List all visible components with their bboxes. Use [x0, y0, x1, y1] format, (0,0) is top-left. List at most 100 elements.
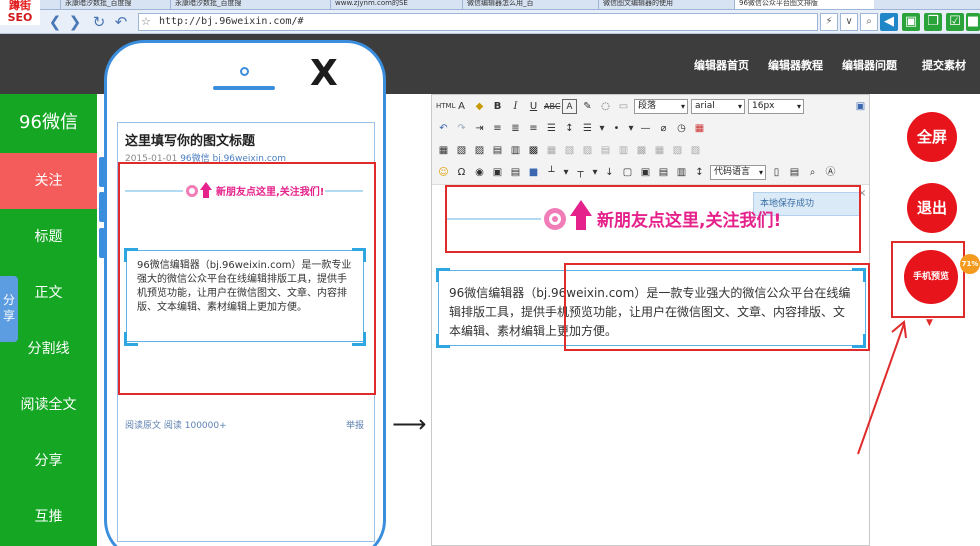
html-source-icon[interactable]: HTML [436, 99, 455, 114]
nav-editor-tutorial[interactable]: 编辑器教程 [768, 57, 823, 73]
lightning-icon[interactable]: ⚡ [820, 13, 838, 31]
font-select[interactable]: arial [691, 98, 745, 114]
strikethrough-icon[interactable]: ABC [544, 99, 560, 114]
underline-icon[interactable]: U [526, 99, 541, 114]
snapscreen-icon[interactable]: ▣ [638, 165, 653, 180]
eraser-icon[interactable]: ▭ [616, 99, 631, 114]
time-icon[interactable]: ◷ [674, 121, 689, 136]
print-icon[interactable]: ▤ [787, 165, 802, 180]
browser-tab[interactable]: 微信图文编辑器的使用 [598, 0, 728, 9]
bold-icon[interactable]: B [490, 99, 505, 114]
chevron-down-icon[interactable]: ▾ [562, 165, 570, 180]
table-row-icon[interactable]: ▤ [490, 143, 505, 158]
table-split-icon[interactable]: ▦ [652, 143, 667, 158]
line-height-icon[interactable]: ↕ [562, 121, 577, 136]
border-icon[interactable]: A [562, 98, 577, 114]
horizontal-rule-icon[interactable]: — [638, 121, 653, 136]
indent-icon[interactable]: ⇥ [472, 121, 487, 136]
unordered-list-icon[interactable]: • [609, 121, 624, 136]
browser-tab-active[interactable]: 96微信公众平台图文排版 [734, 0, 874, 9]
undo-icon[interactable]: ↶ [112, 13, 130, 31]
extension-icon[interactable]: ❐ [924, 13, 942, 31]
table-col-icon[interactable]: ▥ [508, 143, 523, 158]
table-insert-icon[interactable]: ▧ [454, 143, 469, 158]
search-icon[interactable]: ⌕ [860, 13, 878, 31]
browser-tab[interactable]: 微信编辑器怎么用_百 [462, 0, 592, 9]
clear-format-icon[interactable]: ◌ [598, 99, 613, 114]
chevron-down-icon[interactable]: ▾ [598, 121, 606, 136]
redo-icon[interactable]: ↷ [454, 121, 469, 136]
browser-tab[interactable]: 永康暗汐数批_百度搜 [170, 0, 275, 9]
close-preview-button[interactable]: X [310, 54, 338, 94]
insert-frame-icon[interactable]: ▢ [620, 165, 635, 180]
sidebar-item-share[interactable]: 分享 [0, 433, 97, 489]
url-input[interactable]: http://bj.96weixin.com/# [138, 13, 818, 31]
preview-icon[interactable]: ⌕ [805, 165, 820, 180]
insert-row-icon[interactable]: ↓ [602, 165, 617, 180]
align-right-icon[interactable]: ≡ [526, 121, 541, 136]
eraser-icon[interactable]: ⌀ [656, 121, 671, 136]
browser-tab[interactable]: 永康暗汐数批_百度搜 [60, 0, 160, 9]
word-count-icon[interactable]: Ⓐ [823, 165, 838, 180]
table-icon[interactable]: ▦ [436, 143, 451, 158]
italic-icon[interactable]: I [508, 99, 523, 114]
share-tab[interactable]: 分享 [0, 276, 18, 342]
template-icon[interactable]: ▤ [656, 165, 671, 180]
image-icon[interactable]: ▣ [490, 165, 505, 180]
blank-page-icon[interactable]: ▯ [769, 165, 784, 180]
chevron-down-icon[interactable]: ▾ [591, 165, 599, 180]
table-delete-icon[interactable]: ▨ [472, 143, 487, 158]
read-original-link[interactable]: 阅读原文 [125, 421, 161, 431]
forward-icon[interactable]: ❯ [66, 13, 84, 31]
emoji-icon[interactable]: ☺ [436, 165, 451, 180]
format-paint-icon[interactable]: ✎ [580, 99, 595, 114]
table-split-icon[interactable]: ▥ [616, 143, 631, 158]
code-language-select[interactable]: 代码语言 [710, 164, 766, 180]
binoculars-icon[interactable]: ◉ [472, 165, 487, 180]
paragraph-select[interactable]: 段落 [634, 98, 688, 114]
extension-icon[interactable]: ▣ [902, 13, 920, 31]
table-split-icon[interactable]: ▩ [634, 143, 649, 158]
dropdown-icon[interactable]: ∨ [840, 13, 858, 31]
insert-code-icon[interactable]: ▥ [674, 165, 689, 180]
back-icon[interactable]: ❮ [46, 13, 64, 31]
favorite-star-icon[interactable]: ☆ [141, 13, 151, 31]
calendar-icon[interactable]: ▦ [692, 121, 707, 136]
report-link[interactable]: 举报 [346, 418, 364, 431]
fullscreen-button[interactable]: 全屏 [907, 112, 957, 162]
align-center-icon[interactable]: ≣ [508, 121, 523, 136]
font-size-select[interactable]: 16px [748, 98, 804, 114]
chevron-down-icon[interactable]: ▾ [627, 121, 635, 136]
table-split-icon[interactable]: ▦ [544, 143, 559, 158]
table-split-icon[interactable]: ▨ [580, 143, 595, 158]
align-left-icon[interactable]: ≡ [490, 121, 505, 136]
save-icon[interactable]: ■ [526, 165, 541, 180]
gallery-icon[interactable]: ▤ [508, 165, 523, 180]
vertical-align-icon[interactable]: ┴ [544, 165, 559, 180]
nav-editor-faq[interactable]: 编辑器问题 [842, 57, 897, 73]
highlight-icon[interactable]: ◆ [472, 99, 487, 114]
refresh-icon[interactable]: ↻ [90, 13, 108, 31]
sidebar-item-title[interactable]: 标题 [0, 209, 97, 265]
monitor-icon[interactable]: ▣ [853, 99, 868, 114]
table-split-icon[interactable]: ▧ [670, 143, 685, 158]
extension-icon[interactable]: ☑ [946, 13, 964, 31]
browser-tab[interactable]: www.zjynm.com的SE [330, 0, 440, 9]
sidebar-item-follow[interactable]: 关注 [0, 153, 97, 209]
align-top-icon[interactable]: ┬ [573, 165, 588, 180]
align-justify-icon[interactable]: ☰ [544, 121, 559, 136]
table-split-icon[interactable]: ▤ [598, 143, 613, 158]
nav-editor-home[interactable]: 编辑器首页 [694, 57, 749, 73]
undo-icon[interactable]: ↶ [436, 121, 451, 136]
extension-icon[interactable]: ◀ [880, 13, 898, 31]
ordered-list-icon[interactable]: ☰ [580, 121, 595, 136]
table-split-icon[interactable]: ▨ [688, 143, 703, 158]
sidebar-item-read-more[interactable]: 阅读全文 [0, 377, 97, 433]
font-color-icon[interactable]: A [454, 99, 469, 114]
nav-submit-material[interactable]: 提交素材 [922, 57, 966, 73]
extension-icon[interactable]: ■ [966, 13, 980, 31]
special-char-icon[interactable]: Ω [454, 165, 469, 180]
line-spacing-icon[interactable]: ↕ [692, 165, 707, 180]
table-split-icon[interactable]: ▧ [562, 143, 577, 158]
exit-button[interactable]: 退出 [907, 183, 957, 233]
